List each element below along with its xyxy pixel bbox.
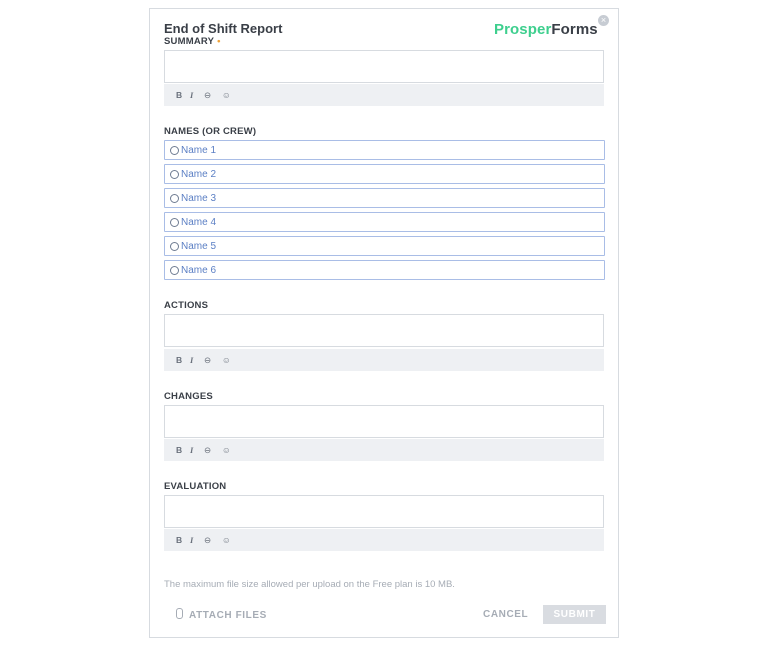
- evaluation-toolbar: B I ⊖ ☺: [164, 529, 604, 551]
- radio-icon: [170, 170, 179, 179]
- close-icon[interactable]: ×: [598, 15, 609, 26]
- logo-forms: Forms: [551, 21, 598, 38]
- option-label: Name 4: [181, 217, 217, 228]
- option-label: Name 2: [181, 169, 217, 180]
- file-size-note: The maximum file size allowed per upload…: [164, 579, 455, 590]
- italic-icon[interactable]: I: [190, 445, 193, 455]
- attach-files-label: ATTACH FILES: [189, 610, 267, 621]
- option-name-2[interactable]: Name 2: [164, 164, 605, 184]
- emoji-icon[interactable]: ☺: [222, 535, 231, 545]
- bold-icon[interactable]: B: [176, 535, 182, 545]
- bold-icon[interactable]: B: [176, 90, 182, 100]
- summary-label: SUMMARY •: [164, 36, 221, 47]
- actions-label: ACTIONS: [164, 300, 209, 311]
- option-name-1[interactable]: Name 1: [164, 140, 605, 160]
- summary-label-text: SUMMARY: [164, 36, 215, 47]
- prosperforms-logo: ProsperForms: [494, 21, 598, 38]
- form-card: × End of Shift Report ProsperForms SUMMA…: [149, 8, 619, 638]
- bold-icon[interactable]: B: [176, 445, 182, 455]
- option-name-5[interactable]: Name 5: [164, 236, 605, 256]
- changes-textarea[interactable]: [164, 405, 604, 438]
- radio-icon: [170, 146, 179, 155]
- option-label: Name 5: [181, 241, 217, 252]
- radio-icon: [170, 266, 179, 275]
- logo-prosper: Prosper: [494, 21, 552, 38]
- emoji-icon[interactable]: ☺: [222, 90, 231, 100]
- link-icon[interactable]: ⊖: [204, 90, 211, 101]
- option-label: Name 1: [181, 145, 217, 156]
- changes-label: CHANGES: [164, 391, 213, 402]
- submit-button[interactable]: SUBMIT: [543, 605, 606, 624]
- summary-textarea[interactable]: [164, 50, 604, 83]
- names-label: NAMES (OR CREW): [164, 126, 257, 137]
- option-label: Name 6: [181, 265, 217, 276]
- option-label: Name 3: [181, 193, 217, 204]
- paperclip-icon: [176, 608, 183, 619]
- bold-icon[interactable]: B: [176, 355, 182, 365]
- form-title: End of Shift Report: [164, 21, 283, 36]
- option-name-4[interactable]: Name 4: [164, 212, 605, 232]
- italic-icon[interactable]: I: [190, 90, 193, 100]
- evaluation-label: EVALUATION: [164, 481, 227, 492]
- changes-toolbar: B I ⊖ ☺: [164, 439, 604, 461]
- link-icon[interactable]: ⊖: [204, 535, 211, 546]
- italic-icon[interactable]: I: [190, 355, 193, 365]
- option-name-3[interactable]: Name 3: [164, 188, 605, 208]
- emoji-icon[interactable]: ☺: [222, 445, 231, 455]
- option-name-6[interactable]: Name 6: [164, 260, 605, 280]
- link-icon[interactable]: ⊖: [204, 355, 211, 366]
- evaluation-textarea[interactable]: [164, 495, 604, 528]
- radio-icon: [170, 242, 179, 251]
- radio-icon: [170, 218, 179, 227]
- italic-icon[interactable]: I: [190, 535, 193, 545]
- radio-icon: [170, 194, 179, 203]
- emoji-icon[interactable]: ☺: [222, 355, 231, 365]
- attach-files-button[interactable]: ATTACH FILES: [176, 608, 267, 621]
- actions-textarea[interactable]: [164, 314, 604, 347]
- actions-toolbar: B I ⊖ ☺: [164, 349, 604, 371]
- link-icon[interactable]: ⊖: [204, 445, 211, 456]
- cancel-button[interactable]: CANCEL: [483, 609, 528, 620]
- summary-toolbar: B I ⊖ ☺: [164, 84, 604, 106]
- required-marker: •: [217, 36, 221, 47]
